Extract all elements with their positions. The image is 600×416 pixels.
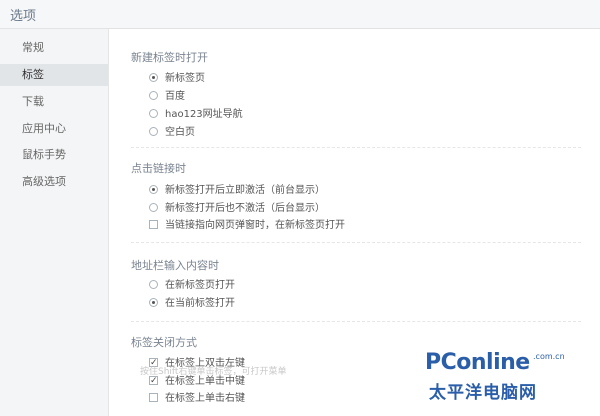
checkbox-middle-click-close[interactable]: 在标签上单击中键 <box>149 374 245 389</box>
radio-selected-icon[interactable] <box>149 297 158 307</box>
option-label: 在标签上单击右键 <box>165 393 245 404</box>
sidebar-item-mouse-gestures[interactable]: 鼠标手势 <box>0 144 108 166</box>
sidebar-item-download[interactable]: 下载 <box>0 91 108 113</box>
checkbox-right-click-close[interactable]: 在标签上单击右键 <box>149 392 245 406</box>
radio-open-foreground[interactable]: 新标签打开后立即激活（前台显示） <box>149 184 325 198</box>
checkbox-popup-new-tab[interactable]: 当链接指向网页弹窗时，在新标签页打开 <box>149 219 345 233</box>
radio-blank-page[interactable]: 空白页 <box>149 126 195 140</box>
sidebar-item-advanced[interactable]: 高级选项 <box>0 171 108 193</box>
option-label: 新标签页 <box>165 73 205 84</box>
option-label: 在当前标签打开 <box>165 298 235 309</box>
checkbox-icon[interactable] <box>149 392 158 402</box>
radio-baidu[interactable]: 百度 <box>149 90 185 104</box>
sidebar-item-tabs[interactable]: 标签 <box>0 64 108 86</box>
section-title-click-link: 点击链接时 <box>131 162 186 175</box>
option-label: 新标签打开后也不激活（后台显示） <box>165 203 325 214</box>
watermark-domain: .com.cn <box>533 352 565 361</box>
radio-icon[interactable] <box>149 202 158 212</box>
options-window: 选项 常规 标签 下载 应用中心 鼠标手势 高级选项 新建标签时打开 新标签页 … <box>0 0 600 416</box>
radio-new-tab-page[interactable]: 新标签页 <box>149 72 205 86</box>
checkbox-icon[interactable] <box>149 219 158 229</box>
section-divider <box>131 147 581 148</box>
section-title-new-tab: 新建标签时打开 <box>131 51 208 64</box>
title-bar: 选项 <box>0 0 600 29</box>
radio-address-current-tab[interactable]: 在当前标签打开 <box>149 297 235 311</box>
option-label: 百度 <box>165 91 185 102</box>
section-title-tab-close: 标签关闭方式 <box>131 336 197 349</box>
option-label: 在新标签页打开 <box>165 280 235 291</box>
section-divider <box>131 242 581 243</box>
radio-address-new-tab[interactable]: 在新标签页打开 <box>149 279 235 293</box>
radio-open-background[interactable]: 新标签打开后也不激活（后台显示） <box>149 202 325 216</box>
radio-icon[interactable] <box>149 279 158 289</box>
option-label: 在标签上单击中键 <box>165 376 245 387</box>
radio-icon[interactable] <box>149 90 158 100</box>
option-label: 新标签打开后立即激活（前台显示） <box>165 185 325 196</box>
section-divider <box>131 321 581 322</box>
window-title: 选项 <box>10 9 37 24</box>
radio-selected-icon[interactable] <box>149 72 158 82</box>
option-label: 当链接指向网页弹窗时，在新标签页打开 <box>165 220 345 231</box>
radio-icon[interactable] <box>149 126 158 136</box>
radio-icon[interactable] <box>149 108 158 118</box>
watermark-logo: PConline <box>425 350 530 375</box>
radio-hao123[interactable]: hao123网址导航 <box>149 108 243 122</box>
pconline-watermark: PConline .com.cn 太平洋电脑网 <box>425 350 595 410</box>
option-label: hao123网址导航 <box>165 109 243 120</box>
option-label: 空白页 <box>165 127 195 138</box>
section-title-address-input: 地址栏输入内容时 <box>131 259 219 272</box>
sidebar: 常规 标签 下载 应用中心 鼠标手势 高级选项 <box>0 29 109 416</box>
radio-selected-icon[interactable] <box>149 184 158 194</box>
watermark-cn-name: 太平洋电脑网 <box>429 383 537 403</box>
shift-right-click-hint: 按住Shift右键单击标签，可打开菜单 <box>140 367 287 377</box>
sidebar-item-general[interactable]: 常规 <box>0 37 108 59</box>
sidebar-item-app-center[interactable]: 应用中心 <box>0 118 108 140</box>
